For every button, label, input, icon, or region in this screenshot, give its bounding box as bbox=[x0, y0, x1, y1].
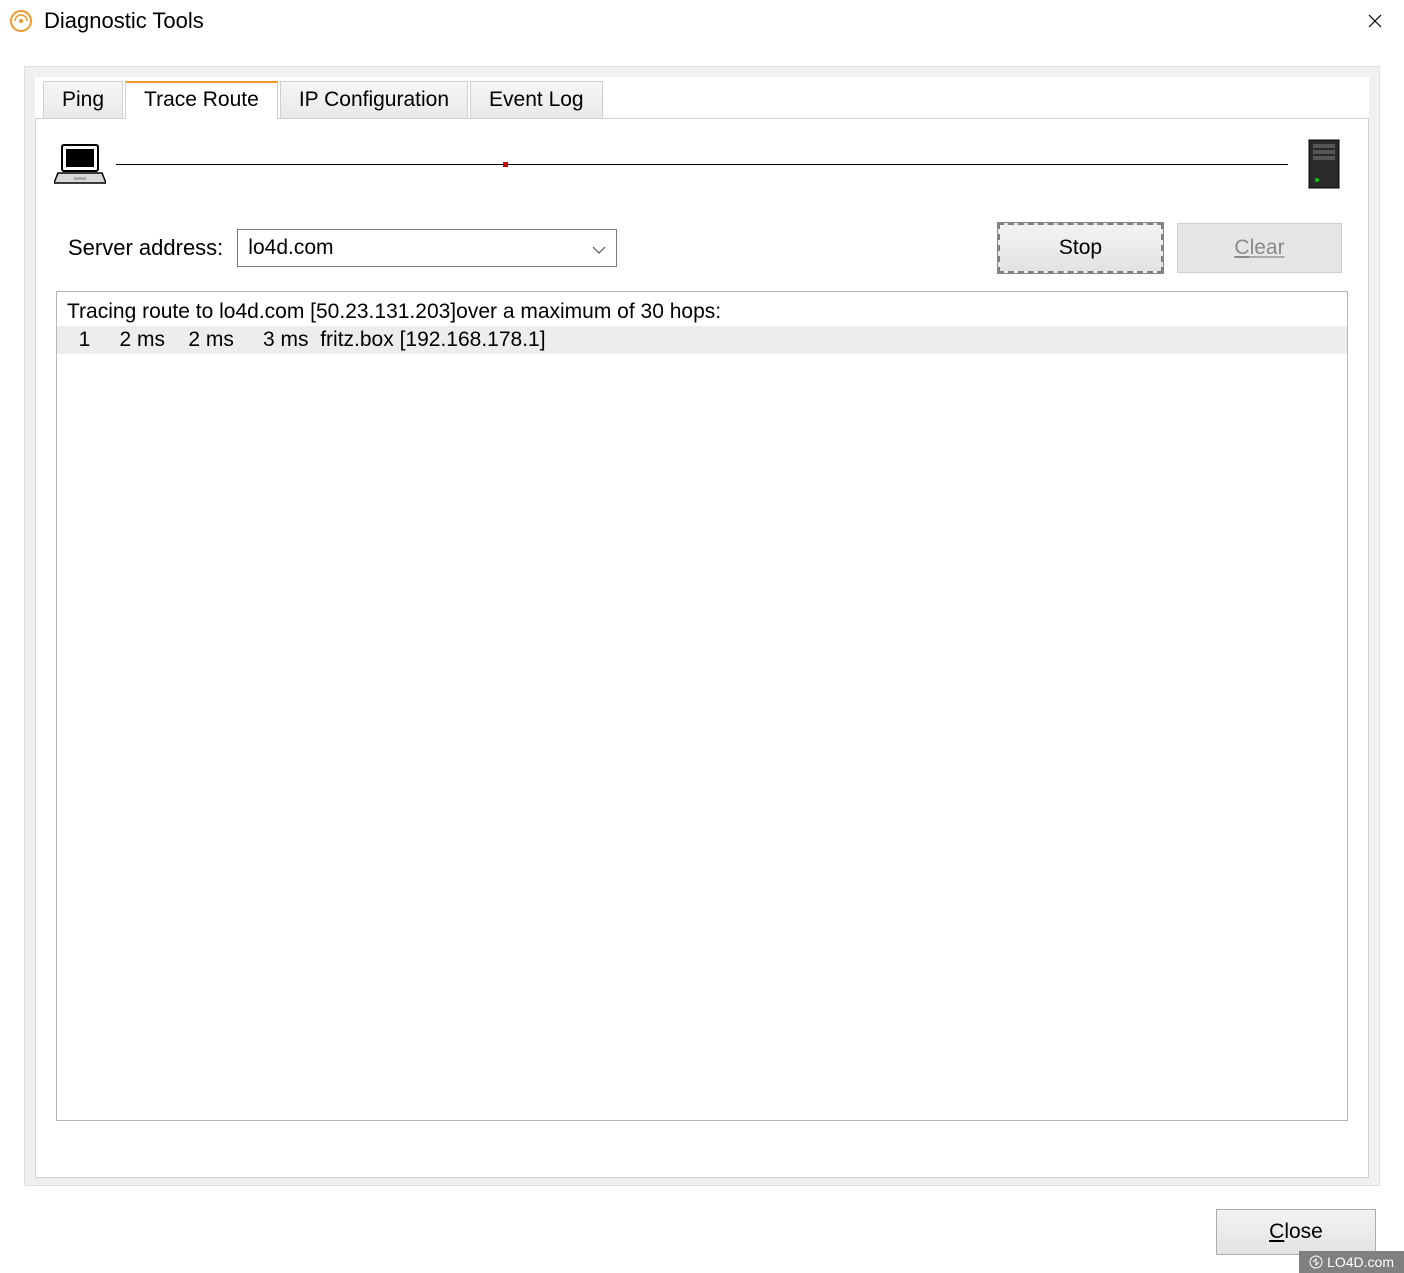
watermark: LO4D.com bbox=[1299, 1251, 1404, 1273]
tab-ping[interactable]: Ping bbox=[43, 81, 123, 118]
tab-bar: Ping Trace Route IP Configuration Event … bbox=[35, 77, 1369, 118]
window-close-button[interactable] bbox=[1354, 0, 1396, 42]
tab-event-log[interactable]: Event Log bbox=[470, 81, 603, 118]
route-progress-dot bbox=[503, 162, 508, 167]
server-address-value: lo4d.com bbox=[248, 236, 333, 260]
server-address-label: Server address: bbox=[68, 235, 223, 261]
dialog-footer: Close bbox=[1216, 1209, 1376, 1255]
laptop-icon bbox=[52, 140, 108, 188]
route-line bbox=[116, 164, 1288, 165]
tab-ip-configuration[interactable]: IP Configuration bbox=[280, 81, 468, 118]
server-address-combo[interactable]: lo4d.com bbox=[237, 229, 617, 267]
tab-trace-route[interactable]: Trace Route bbox=[125, 81, 278, 119]
dialog-body: Ping Trace Route IP Configuration Event … bbox=[24, 66, 1380, 1186]
app-icon bbox=[8, 8, 34, 34]
server-icon bbox=[1296, 140, 1352, 188]
chevron-down-icon bbox=[592, 236, 606, 260]
output-header: Tracing route to lo4d.com [50.23.131.203… bbox=[57, 298, 1347, 326]
output-row: 1 2 ms 2 ms 3 ms fritz.box [192.168.178.… bbox=[57, 326, 1347, 354]
titlebar: Diagnostic Tools bbox=[0, 0, 1404, 42]
stop-button[interactable]: Stop bbox=[998, 223, 1163, 273]
route-visual bbox=[52, 129, 1352, 199]
clear-button: Clear bbox=[1177, 223, 1342, 273]
close-mnemonic: C bbox=[1269, 1220, 1284, 1243]
close-label-rest: lose bbox=[1284, 1220, 1323, 1243]
window-title: Diagnostic Tools bbox=[44, 8, 1354, 34]
trace-output[interactable]: Tracing route to lo4d.com [50.23.131.203… bbox=[56, 291, 1348, 1121]
controls-row: Server address: lo4d.com Stop Clear bbox=[52, 215, 1352, 291]
trace-route-panel: Server address: lo4d.com Stop Clear Trac… bbox=[35, 118, 1369, 1178]
close-button[interactable]: Close bbox=[1216, 1209, 1376, 1255]
